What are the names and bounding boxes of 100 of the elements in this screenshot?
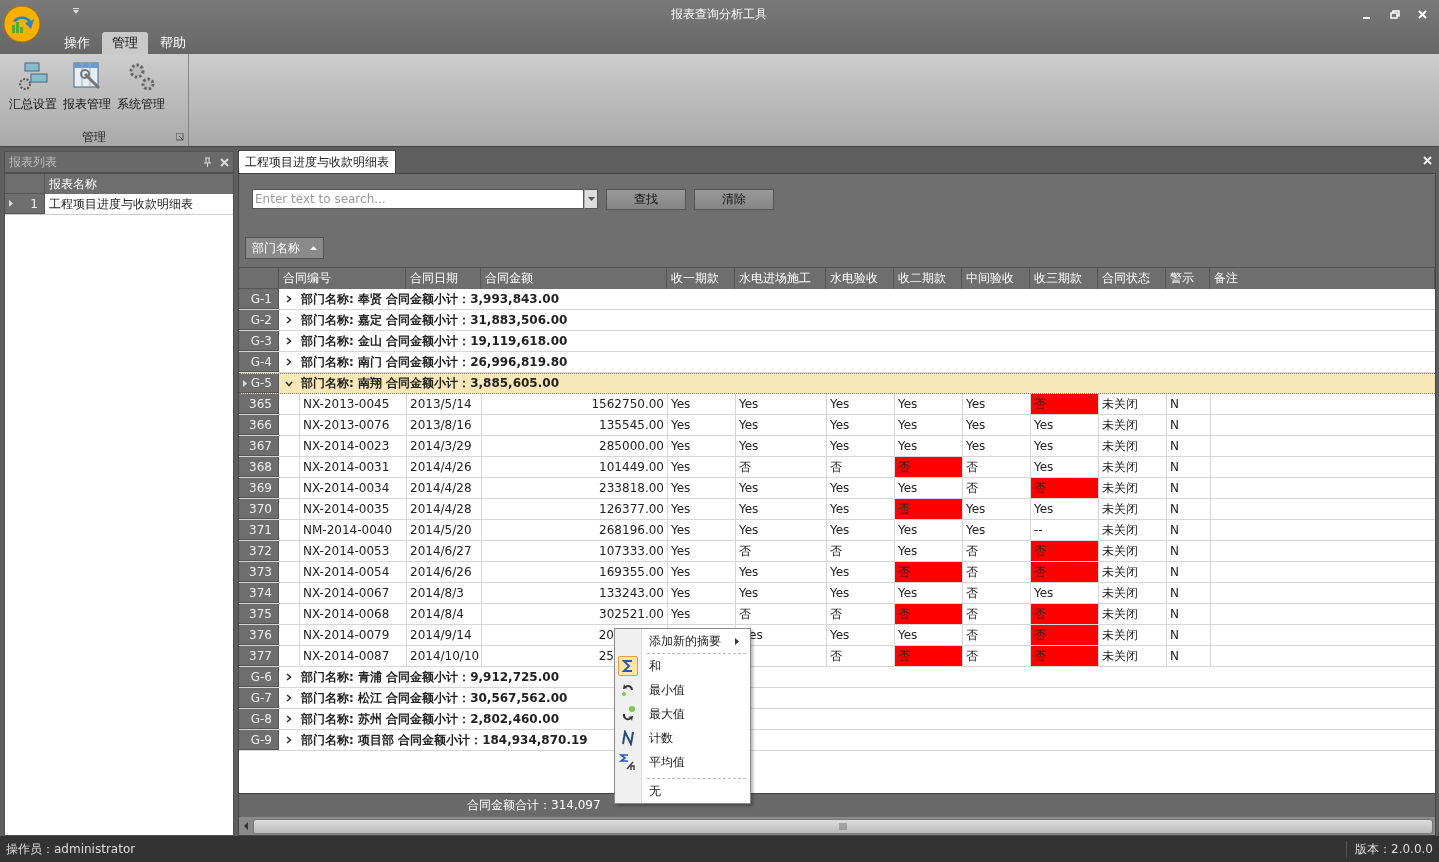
table-wrench-icon (71, 60, 103, 92)
chevron-down-icon[interactable] (285, 379, 293, 388)
menu-item[interactable]: 平均值 (641, 753, 685, 771)
table-cell: N (1170, 523, 1179, 537)
row-indicator-icon (9, 200, 13, 207)
table-cell: 否 (739, 458, 751, 476)
column-header[interactable]: 收三期款 (1030, 268, 1098, 289)
sort-arrow-icon (310, 246, 317, 250)
chevron-right-icon[interactable] (285, 694, 293, 702)
table-cell: N (1170, 418, 1179, 432)
app-logo[interactable] (3, 5, 41, 43)
column-header[interactable]: 收一期款 (667, 268, 735, 289)
group-by-chip[interactable]: 部门名称 (245, 237, 324, 259)
table-cell: 否 (966, 605, 978, 623)
group-label: 管理 (82, 128, 106, 146)
table-cell: 未关闭 (1102, 500, 1138, 518)
scrollbar-thumb[interactable] (253, 818, 1433, 834)
search-field[interactable]: Enter text to search... (252, 189, 584, 209)
table-cell: Yes (830, 628, 850, 642)
table-cell: Yes (1034, 502, 1054, 516)
chevron-right-icon[interactable] (285, 715, 293, 723)
average-icon (619, 753, 637, 771)
menu-item[interactable]: 添加新的摘要 (641, 632, 721, 650)
row-header: 1 (5, 194, 45, 214)
chevron-right-icon[interactable] (285, 673, 293, 681)
table-cell: Yes (671, 439, 691, 453)
row-header: G-2 (239, 310, 279, 330)
table-cell: 233818.00 (599, 481, 664, 495)
table-cell: Yes (1034, 439, 1054, 453)
table-cell: Yes (739, 565, 759, 579)
table-cell: 未关闭 (1102, 563, 1138, 581)
table-cell: 1562750.00 (591, 397, 664, 411)
pin-icon[interactable] (203, 157, 212, 167)
table-cell: NX-2014-0054 (303, 565, 390, 579)
column-header[interactable]: 合同金额 (481, 268, 667, 289)
ribbon-tab[interactable]: 操作 (54, 32, 100, 54)
table-cell: 2014/6/27 (410, 544, 472, 558)
table-cell: Yes (830, 397, 850, 411)
table-cell: 否 (1034, 605, 1046, 623)
column-header[interactable]: 备注 (1210, 268, 1435, 289)
table-cell: 2014/9/14 (410, 628, 472, 642)
table-cell: 未关闭 (1102, 458, 1138, 476)
table-cell: Yes (739, 586, 759, 600)
dropdown-button[interactable] (584, 189, 598, 209)
group-row-text: 部门名称: 奉贤 合同金额小计：3,993,843.00 (300, 290, 559, 308)
chevron-right-icon[interactable] (285, 295, 293, 303)
table-cell: Yes (739, 502, 759, 516)
table-cell: N (1170, 628, 1179, 642)
list-item[interactable]: 工程项目进度与收款明细表 (45, 194, 197, 214)
column-header[interactable]: 水电进场施工 (735, 268, 826, 289)
table-cell: NX-2013-0076 (303, 418, 390, 432)
toolbar-button[interactable]: 清除 (694, 188, 774, 210)
close-icon[interactable] (1423, 156, 1432, 165)
table-cell: NX-2014-0031 (303, 460, 390, 474)
ribbon-tab[interactable]: 管理 (102, 32, 148, 54)
column-header[interactable]: 收二期款 (894, 268, 962, 289)
row-header: G-5 (239, 374, 279, 393)
table-cell: N (1170, 481, 1179, 495)
ribbon-button-label[interactable]: 系统管理 (117, 96, 165, 113)
chevron-right-icon[interactable] (285, 337, 293, 345)
row-indicator-icon (243, 380, 247, 387)
column-header[interactable]: 合同编号 (279, 268, 406, 289)
dialog-launcher-icon[interactable] (176, 133, 184, 141)
menu-item[interactable]: 计数 (641, 729, 673, 747)
column-header[interactable]: 合同日期 (406, 268, 481, 289)
table-cell: Yes (898, 544, 918, 558)
close-icon[interactable] (220, 157, 229, 167)
row-header: 375 (239, 604, 279, 624)
chevron-right-icon[interactable] (285, 316, 293, 324)
table-cell: Yes (739, 481, 759, 495)
table-cell: Yes (739, 439, 759, 453)
menu-item[interactable]: 无 (641, 782, 661, 800)
column-header[interactable]: 中间验收 (962, 268, 1030, 289)
table-cell: NM-2014-0040 (303, 523, 393, 537)
column-header[interactable]: 水电验收 (826, 268, 894, 289)
table-cell: 否 (830, 647, 842, 665)
table-cell: NX-2013-0045 (303, 397, 390, 411)
column-header[interactable]: 合同状态 (1098, 268, 1166, 289)
chevron-right-icon[interactable] (285, 358, 293, 366)
table-cell: 否 (830, 458, 842, 476)
ribbon-button-label[interactable]: 汇总设置 (9, 96, 57, 113)
group-row-text: 部门名称: 南门 合同金额小计：26,996,819.80 (300, 353, 568, 371)
chevron-right-icon[interactable] (285, 736, 293, 744)
row-header: 374 (239, 583, 279, 603)
table-cell: 2014/3/29 (410, 439, 472, 453)
menu-item[interactable]: 最小值 (641, 681, 685, 699)
ribbon-tab[interactable]: 帮助 (150, 32, 196, 54)
menu-item[interactable]: 和 (641, 657, 661, 675)
document-tab[interactable]: 工程项目进度与收款明细表 (238, 150, 396, 173)
table-cell: 169355.00 (599, 565, 664, 579)
table-cell: -- (1034, 523, 1043, 537)
toolbar-button[interactable]: 查找 (606, 188, 686, 210)
operator-label: 操作员：administrator (6, 841, 136, 858)
table-cell: 107333.00 (599, 544, 664, 558)
table-cell: 未关闭 (1102, 437, 1138, 455)
customize-icon[interactable] (72, 6, 80, 15)
table-cell: 2014/8/3 (410, 586, 464, 600)
column-header[interactable]: 警示 (1166, 268, 1210, 289)
ribbon-button-label[interactable]: 报表管理 (63, 96, 111, 113)
menu-item[interactable]: 最大值 (641, 705, 685, 723)
